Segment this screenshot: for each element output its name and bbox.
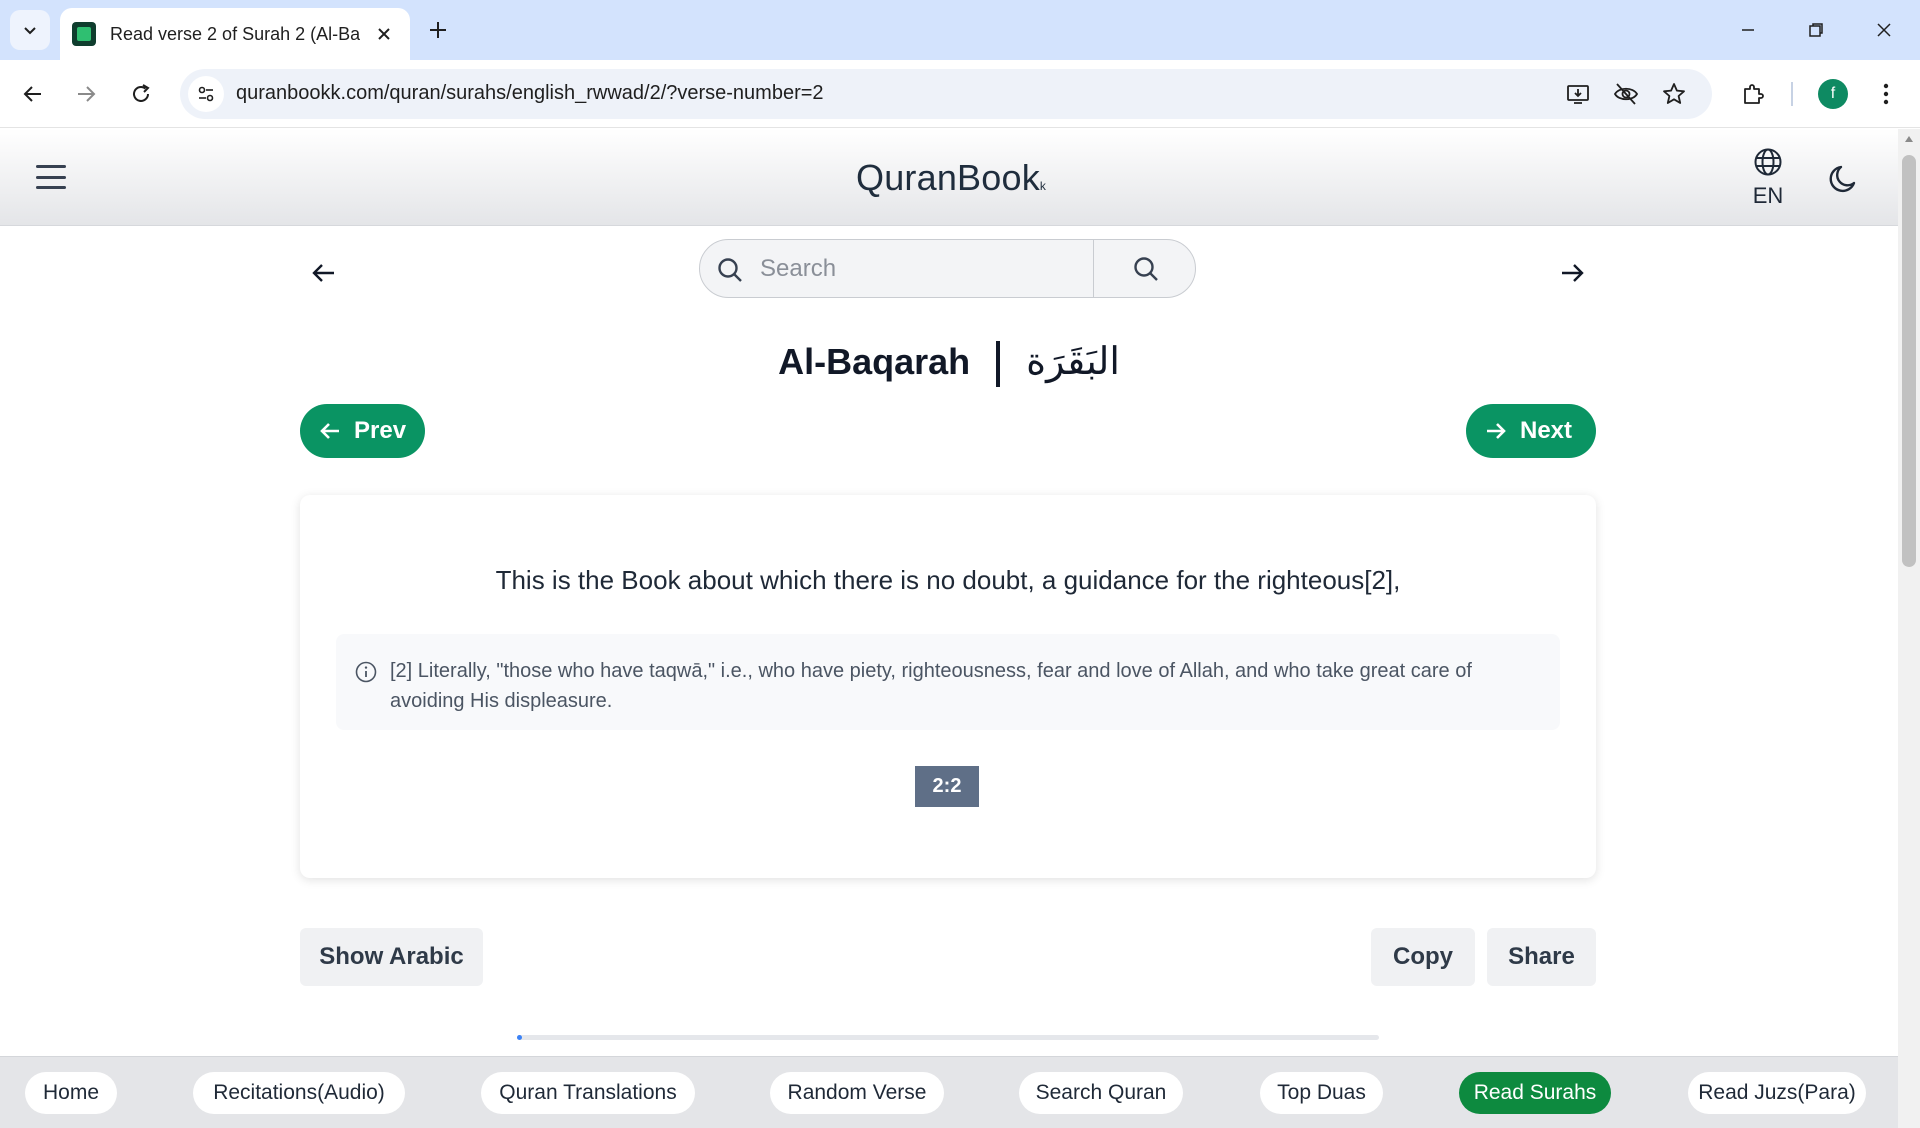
tracking-protection-button[interactable] <box>1610 78 1642 110</box>
surah-name-english: Al-Baqarah <box>778 341 971 382</box>
scrollbar-thumb[interactable] <box>1902 155 1916 567</box>
bottom-nav: Home Recitations(Audio) Quran Translatio… <box>0 1056 1898 1128</box>
globe-icon <box>1754 148 1782 176</box>
surah-progress-bar[interactable] <box>517 1035 1379 1040</box>
search-input[interactable] <box>760 240 1090 297</box>
search-bar <box>699 239 1196 298</box>
tab-close-button[interactable] <box>372 22 396 46</box>
triangle-up-icon <box>1905 136 1913 142</box>
toolbar-divider <box>1791 82 1793 106</box>
close-icon <box>1877 23 1891 37</box>
bottom-nav-read-juzs[interactable]: Read Juzs(Para) <box>1688 1072 1866 1114</box>
search-icon <box>1133 256 1158 281</box>
restore-icon <box>1809 23 1823 37</box>
bookmark-button[interactable] <box>1658 78 1690 110</box>
browser-toolbar: quranbookk.com/quran/surahs/english_rwwa… <box>0 60 1920 128</box>
eye-off-icon <box>1613 83 1639 105</box>
share-button[interactable]: Share <box>1487 928 1596 986</box>
install-icon <box>1567 85 1589 104</box>
browser-tab-strip: Read verse 2 of Surah 2 (Al-Baqarah) <box>0 0 1920 60</box>
plus-icon <box>430 22 446 38</box>
page-scrollbar[interactable] <box>1898 129 1920 1128</box>
scroll-up-arrow[interactable] <box>1898 135 1920 149</box>
arrow-left-icon <box>312 264 334 282</box>
extensions-button[interactable] <box>1733 74 1773 114</box>
verse-text: This is the Book about which there is no… <box>495 565 1401 595</box>
minimize-button[interactable] <box>1714 0 1782 60</box>
arrow-right-icon <box>1562 264 1584 282</box>
site-info-button[interactable] <box>188 76 224 112</box>
menu-icon[interactable] <box>36 162 66 192</box>
close-window-button[interactable] <box>1850 0 1918 60</box>
prev-button[interactable]: Prev <box>300 404 425 458</box>
tune-icon <box>198 86 214 102</box>
verse-reference-badge[interactable]: 2:2 <box>915 766 979 807</box>
bottom-nav-random-verse[interactable]: Random Verse <box>770 1072 944 1114</box>
verse-footnote: [2] Literally, "those who have taqwā," i… <box>336 634 1560 730</box>
prev-label: Prev <box>354 417 407 444</box>
bottom-nav-quran-translations[interactable]: Quran Translations <box>481 1072 695 1114</box>
new-tab-button[interactable] <box>420 12 456 48</box>
install-app-button[interactable] <box>1562 78 1594 110</box>
profile-avatar[interactable]: f <box>1818 79 1848 109</box>
url-text[interactable]: quranbookk.com/quran/surahs/english_rwwa… <box>236 82 824 105</box>
forward-button[interactable] <box>66 74 106 114</box>
prev-verse-arrow[interactable] <box>310 259 338 287</box>
logo-suffix: k <box>1039 179 1047 193</box>
arrow-right-icon <box>78 86 96 102</box>
browser-tab-active[interactable]: Read verse 2 of Surah 2 (Al-Baqarah) <box>60 8 410 60</box>
page-viewport: QuranBookk EN Al-Baqarah البَقَرَة Prev N… <box>0 129 1898 1128</box>
address-bar[interactable]: quranbookk.com/quran/surahs/english_rwwa… <box>180 69 1712 119</box>
bottom-nav-read-surahs[interactable]: Read Surahs <box>1459 1072 1611 1114</box>
minimize-icon <box>1742 29 1754 31</box>
next-button[interactable]: Next <box>1466 404 1596 458</box>
site-favicon-icon <box>72 22 96 46</box>
arrow-right-icon <box>1487 423 1506 439</box>
moon-icon <box>1829 165 1856 193</box>
bottom-nav-home[interactable]: Home <box>25 1072 117 1114</box>
back-button[interactable] <box>13 74 53 114</box>
reload-icon <box>133 84 150 102</box>
tab-search-button[interactable] <box>10 10 50 50</box>
puzzle-icon <box>1744 84 1764 104</box>
site-logo[interactable]: QuranBookk <box>856 157 1046 199</box>
more-vertical-icon <box>1883 83 1889 105</box>
chevron-down-icon <box>24 27 36 35</box>
surah-name-arabic: البَقَرَة <box>1026 339 1120 383</box>
next-verse-arrow[interactable] <box>1558 259 1586 287</box>
info-icon <box>355 661 377 683</box>
bottom-nav-top-duas[interactable]: Top Duas <box>1260 1072 1383 1114</box>
theme-toggle-button[interactable] <box>1826 161 1862 197</box>
next-label: Next <box>1520 417 1573 444</box>
site-header: QuranBookk EN <box>0 129 1898 226</box>
restore-button[interactable] <box>1782 0 1850 60</box>
search-button[interactable] <box>1093 240 1195 297</box>
search-icon <box>718 258 742 282</box>
browser-menu-button[interactable] <box>1866 74 1906 114</box>
language-selector[interactable]: EN <box>1748 147 1788 209</box>
arrow-left-icon <box>23 86 41 102</box>
footnote-text: [2] Literally, "those who have taqwā," i… <box>390 660 1472 712</box>
reload-button[interactable] <box>121 74 161 114</box>
tab-title: Read verse 2 of Surah 2 (Al-Baqarah) <box>110 23 360 44</box>
copy-button[interactable]: Copy <box>1371 928 1475 986</box>
arrow-left-icon <box>320 423 339 439</box>
surah-title: Al-Baqarah البَقَرَة <box>0 339 1898 388</box>
progress-fill <box>517 1035 523 1040</box>
title-divider <box>996 341 1001 388</box>
language-code: EN <box>1752 183 1784 208</box>
verse-card: This is the Book about which there is no… <box>300 495 1596 878</box>
bottom-nav-recitations[interactable]: Recitations(Audio) <box>193 1072 405 1114</box>
star-icon <box>1663 83 1685 104</box>
show-arabic-button[interactable]: Show Arabic <box>300 928 483 986</box>
close-icon <box>378 28 390 40</box>
bottom-nav-search-quran[interactable]: Search Quran <box>1019 1072 1183 1114</box>
